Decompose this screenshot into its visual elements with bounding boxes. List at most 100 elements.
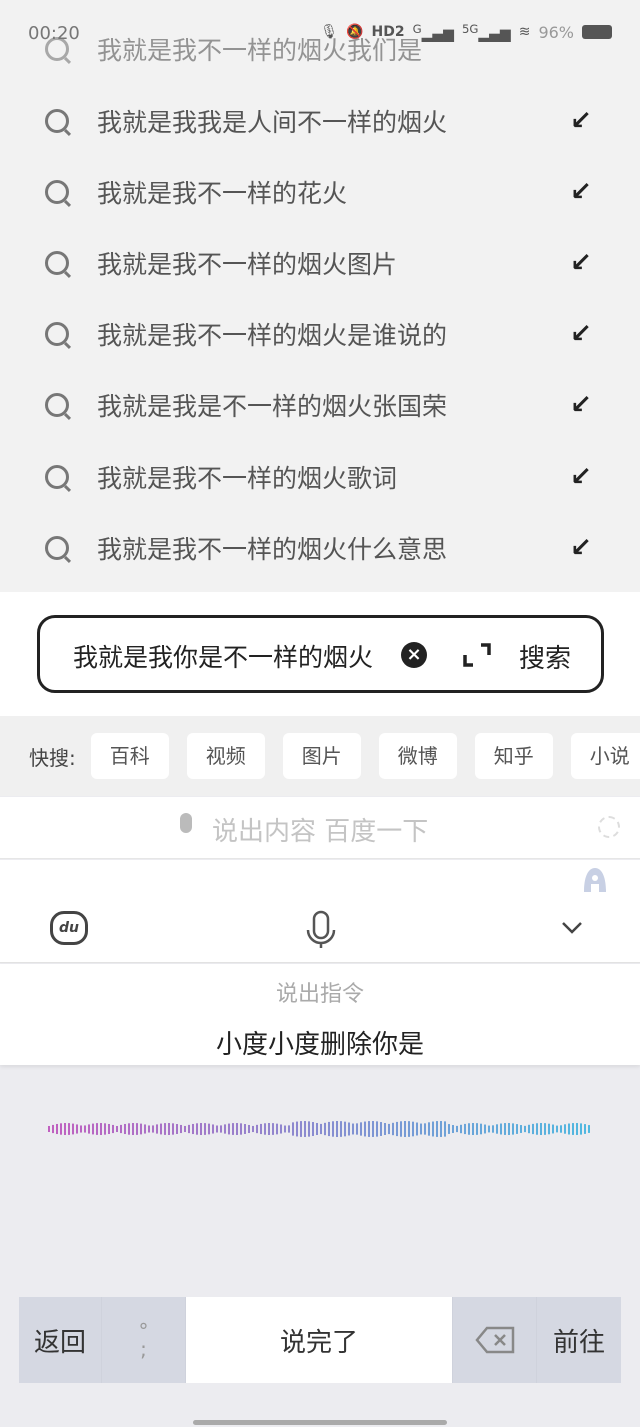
suggestion-item[interactable]: 我就是我我是人间不一样的烟火 ↙ — [0, 85, 640, 156]
wave-bar — [228, 1123, 230, 1135]
wave-bar — [264, 1123, 266, 1135]
suggestion-item[interactable]: 我就是我不一样的烟火歌词 ↙ — [0, 441, 640, 512]
wave-bar — [236, 1123, 238, 1135]
suggestion-item[interactable]: 我就是我不一样的花火 ↙ — [0, 156, 640, 227]
chip-zhihu[interactable]: 知乎 — [474, 733, 553, 779]
search-box[interactable]: 我就是我你是不一样的烟火 × 搜索 — [37, 615, 604, 693]
wave-bar — [440, 1121, 442, 1137]
chip-baike[interactable]: 百科 — [90, 733, 169, 779]
search-button[interactable]: 搜索 — [519, 638, 571, 675]
fill-arrow-icon[interactable]: ↙ — [570, 319, 592, 349]
quick-search-bar: 快搜: 百科 视频 图片 微博 知乎 小说 — [0, 716, 640, 796]
backspace-key[interactable] — [453, 1297, 537, 1383]
wave-bar — [488, 1125, 490, 1133]
expand-icon[interactable] — [462, 640, 492, 670]
wave-bar — [256, 1124, 258, 1134]
wave-bar — [436, 1121, 438, 1137]
wave-bar — [84, 1125, 86, 1133]
mute-icon: 🔕 — [346, 24, 364, 41]
wave-bar — [332, 1121, 334, 1137]
wave-bar — [388, 1123, 390, 1135]
suggestion-item[interactable]: 我就是我不一样的烟火图片 ↙ — [0, 227, 640, 298]
wave-bar — [280, 1124, 282, 1134]
wave-bar — [64, 1123, 66, 1135]
mic-icon[interactable] — [304, 910, 338, 950]
voice-waveform — [48, 1121, 590, 1137]
wave-bar — [276, 1123, 278, 1135]
wave-bar — [516, 1124, 518, 1134]
wave-bar — [492, 1125, 494, 1133]
clear-icon[interactable]: × — [401, 642, 427, 668]
wave-bar — [284, 1125, 286, 1133]
suggestion-item[interactable]: 我就是我不一样的烟火是谁说的 ↙ — [0, 298, 640, 369]
chip-images[interactable]: 图片 — [282, 733, 361, 779]
wave-bar — [500, 1123, 502, 1135]
wave-bar — [320, 1123, 322, 1135]
wave-bar — [52, 1124, 54, 1134]
wave-bar — [180, 1124, 182, 1134]
wave-bar — [212, 1124, 214, 1134]
wave-bar — [168, 1123, 170, 1135]
fill-arrow-icon[interactable]: ↙ — [570, 106, 592, 136]
search-icon — [45, 535, 69, 560]
wave-bar — [104, 1123, 106, 1135]
wave-bar — [576, 1123, 578, 1135]
wave-bar — [308, 1121, 310, 1137]
command-hint: 说出指令 — [275, 982, 364, 1007]
wave-bar — [380, 1122, 382, 1136]
suggestion-item[interactable]: 我就是我不一样的烟火什么意思 ↙ — [0, 512, 640, 583]
wave-bar — [220, 1125, 222, 1133]
wave-bar — [340, 1121, 342, 1137]
chevron-down-icon[interactable] — [561, 920, 583, 936]
wave-bar — [512, 1123, 514, 1135]
wave-bar — [532, 1123, 534, 1135]
wave-bar — [232, 1123, 234, 1135]
go-key[interactable]: 前往 — [537, 1297, 621, 1383]
wave-bar — [116, 1125, 118, 1133]
wave-bar — [336, 1121, 338, 1137]
wave-bar — [312, 1122, 314, 1136]
fill-arrow-icon[interactable]: ↙ — [570, 248, 592, 278]
backspace-icon — [474, 1326, 514, 1354]
wave-bar — [156, 1124, 158, 1134]
wave-bar — [252, 1125, 254, 1133]
home-indicator[interactable] — [193, 1420, 447, 1425]
wave-bar — [544, 1123, 546, 1135]
chip-video[interactable]: 视频 — [186, 733, 265, 779]
du-logo-icon[interactable]: du — [50, 911, 88, 945]
chip-novel[interactable]: 小说 — [570, 733, 640, 779]
wave-bar — [176, 1124, 178, 1134]
status-bar: 00:20 🎙 🔕 HD2 G▂▄▆ 5G▂▄▆ ≋ 96% — [0, 0, 640, 44]
wave-bar — [564, 1124, 566, 1134]
fill-arrow-icon[interactable]: ↙ — [570, 462, 592, 492]
wave-bar — [344, 1121, 346, 1137]
gear-icon[interactable] — [598, 816, 620, 838]
fill-arrow-icon[interactable]: ↙ — [570, 533, 592, 563]
back-key[interactable]: 返回 — [19, 1297, 102, 1383]
wave-bar — [200, 1123, 202, 1135]
chip-weibo[interactable]: 微博 — [378, 733, 457, 779]
wave-bar — [48, 1126, 50, 1132]
wave-bar — [292, 1122, 294, 1136]
battery-percent: 96% — [538, 22, 574, 42]
wave-bar — [560, 1125, 562, 1133]
assistant-icon[interactable] — [580, 865, 610, 895]
wave-bar — [424, 1123, 426, 1135]
punctuation-key[interactable]: ° ; — [102, 1297, 186, 1383]
voice-toolbar: du — [0, 860, 640, 963]
search-input[interactable]: 我就是我你是不一样的烟火 — [73, 638, 373, 674]
fill-arrow-icon[interactable]: ↙ — [570, 390, 592, 420]
wave-bar — [364, 1121, 366, 1137]
wave-bar — [288, 1125, 290, 1133]
search-icon — [45, 250, 69, 275]
wave-bar — [192, 1123, 194, 1135]
wave-bar — [428, 1122, 430, 1136]
fill-arrow-icon[interactable]: ↙ — [570, 177, 592, 207]
done-speaking-key[interactable]: 说完了 — [186, 1297, 453, 1383]
wave-bar — [140, 1123, 142, 1135]
wave-bar — [120, 1124, 122, 1134]
wave-bar — [316, 1122, 318, 1136]
search-icon — [45, 179, 69, 204]
wave-bar — [552, 1124, 554, 1134]
suggestion-item[interactable]: 我就是我是不一样的烟火张国荣 ↙ — [0, 369, 640, 440]
